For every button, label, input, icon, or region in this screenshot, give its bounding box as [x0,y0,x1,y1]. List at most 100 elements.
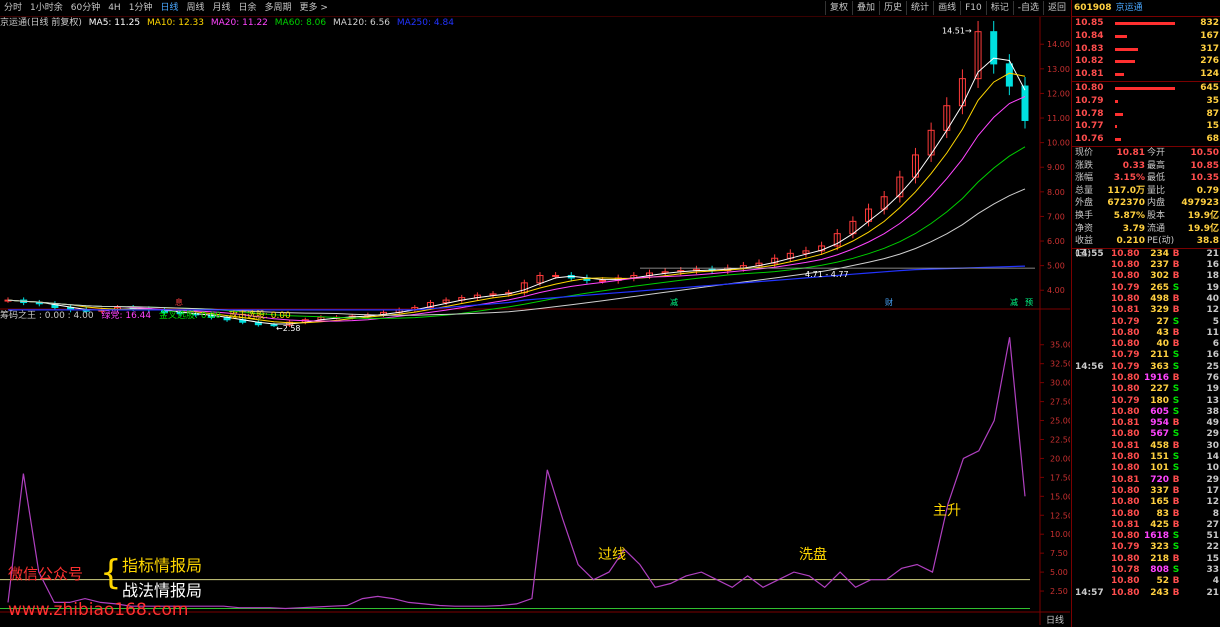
tab-5[interactable]: 日线 [156,0,182,16]
book-row[interactable]: 10.78 87 [1072,108,1220,121]
book-row[interactable]: 10.77 15 [1072,120,1220,133]
book-row[interactable]: 10.79 35 [1072,95,1220,108]
tick-row[interactable]: 14:57 10.80 243 B 21 [1072,588,1220,599]
toolbar-button-1[interactable]: 叠加 [852,1,879,15]
tick-count: 22 [1206,542,1219,553]
tick-row[interactable]: 10.80 165 B 12 [1072,497,1220,508]
tick-row[interactable]: 10.80 227 S 19 [1072,384,1220,395]
indicator-green: 绿党: 16.44 [101,311,152,321]
book-row[interactable]: 10.85 832 [1072,17,1220,30]
tab-9[interactable]: 多周期 [261,0,296,16]
tick-time [1072,475,1111,486]
book-volume: 87 [1206,108,1219,119]
tab-10[interactable]: 更多 > [296,0,332,16]
tick-count: 11 [1206,327,1219,338]
chart-area[interactable]: 14.00 13.00 12.00 11.00 10.00 9.00 8.00 7.00 6.0… [0,17,1070,627]
book-price: 10.77 [1075,121,1104,132]
tick-price: 10.80 [1111,339,1140,350]
tick-row[interactable]: 10.80 605 S 38 [1072,407,1220,418]
tick-row[interactable]: 10.79 27 S 5 [1072,317,1220,328]
tick-row[interactable]: 14:56 10.79 363 S 25 [1072,362,1220,373]
tab-4[interactable]: 1分钟 [125,0,157,16]
toolbar-button-6[interactable]: 标记 [985,1,1013,15]
tick-count: 12 [1206,497,1219,508]
tick-row[interactable]: 10.79 323 S 22 [1072,542,1220,553]
tick-row[interactable]: 10.81 425 B 27 [1072,520,1220,531]
indicator-tick-label: 5.00 [1050,568,1068,577]
stat-key: 外盘 [1075,198,1094,209]
tick-time [1072,576,1111,587]
tick-row[interactable]: 14:55 10.80 234 B 21 [1072,249,1220,260]
toolbar-button-7[interactable]: -自选 [1012,1,1043,15]
toolbar-button-2[interactable]: 历史 [879,1,906,15]
tick-list[interactable]: 14:55 10.80 234 B 21 10.80 237 B 16 10.80 302 B 18 10… [1072,249,1220,599]
tick-row[interactable]: 10.80 302 B 18 [1072,271,1220,282]
event-marker[interactable]: 减 [670,297,678,307]
toolbar-button-0[interactable]: 复权 [825,1,852,15]
stat-key-2: 流通 [1147,223,1166,234]
book-row[interactable]: 10.84 167 [1072,30,1220,43]
tick-row[interactable]: 10.80 83 B 8 [1072,509,1220,520]
tick-row[interactable]: 10.81 720 B 29 [1072,475,1220,486]
event-marker[interactable]: 减 [1010,297,1018,307]
tick-row[interactable]: 10.79 211 S 16 [1072,350,1220,361]
tick-row[interactable]: 10.80 237 B 16 [1072,260,1220,271]
book-row[interactable]: 10.81 124 [1072,68,1220,81]
tick-row[interactable]: 10.80 52 B 4 [1072,576,1220,587]
tick-row[interactable]: 10.80 337 B 17 [1072,486,1220,497]
watermark-line1: 指标情报局 [122,556,203,575]
tick-row[interactable]: 10.80 43 B 11 [1072,328,1220,339]
toolbar-button-8[interactable]: 返回 [1042,1,1070,15]
tick-volume: 329 [1150,305,1169,316]
book-row[interactable]: 10.76 68 [1072,133,1220,146]
toolbar-button-3[interactable]: 统计 [906,1,933,15]
tick-time [1072,463,1111,474]
event-marker[interactable]: 预 [1025,297,1033,307]
tick-row[interactable]: 10.78 808 S 33 [1072,565,1220,576]
tab-3[interactable]: 4H [104,0,125,16]
tab-1[interactable]: 1小时余 [26,0,67,16]
tab-6[interactable]: 周线 [182,0,208,16]
book-row[interactable]: 10.83 317 [1072,43,1220,56]
tick-row[interactable]: 10.80 40 B 6 [1072,339,1220,350]
book-volume-bar [1115,34,1128,38]
book-row[interactable]: 10.80 645 [1072,82,1220,95]
tick-row[interactable]: 10.80 101 S 10 [1072,463,1220,474]
tab-8[interactable]: 日余 [234,0,260,16]
tick-count: 40 [1206,293,1219,304]
toolbar-button-4[interactable]: 画线 [933,1,960,15]
tick-count: 19 [1206,282,1219,293]
quote-panel: 601908 京运通 10.85 832 10.84 167 10.83 317 10.82… [1071,0,1220,627]
tick-row[interactable]: 10.80 151 S 14 [1072,452,1220,463]
book-row[interactable]: 10.82 276 [1072,55,1220,68]
tick-row[interactable]: 10.81 329 B 12 [1072,305,1220,316]
event-marker[interactable]: 息 [175,297,183,307]
tick-volume: 720 [1150,474,1169,485]
tab-2[interactable]: 60分钟 [67,0,104,16]
tick-price: 10.79 [1111,542,1140,553]
tick-row[interactable]: 10.80 567 S 29 [1072,429,1220,440]
book-price: 10.79 [1075,95,1104,106]
tick-side: B [1172,339,1180,350]
tick-price: 10.80 [1111,406,1140,417]
tick-price: 10.81 [1111,305,1140,316]
tick-row[interactable]: 10.80 1618 S 51 [1072,531,1220,542]
toolbar-button-5[interactable]: F10 [960,1,986,15]
event-marker[interactable]: 财 [885,297,893,307]
tick-row[interactable]: 10.79 180 S 13 [1072,396,1220,407]
tick-row[interactable]: 10.80 1916 B 76 [1072,373,1220,384]
tab-7[interactable]: 月线 [208,0,234,16]
stat-row: 外盘 672370 内盘 497923 [1072,197,1220,210]
book-price: 10.81 [1075,69,1104,80]
high-label: 14.51→ [942,27,972,36]
stat-row: 收益(三) 0.210 PE(动) 38.8 [1072,235,1220,259]
tick-row[interactable]: 10.79 265 S 19 [1072,283,1220,294]
ma5-line [7,57,1026,325]
period-label[interactable]: 日线 [1046,613,1064,626]
tick-row[interactable]: 10.80 498 B 40 [1072,294,1220,305]
tick-row[interactable]: 10.81 458 B 30 [1072,441,1220,452]
tab-0[interactable]: 分时 [0,0,26,16]
tick-row[interactable]: 10.80 218 B 15 [1072,554,1220,565]
tick-row[interactable]: 10.81 954 B 49 [1072,418,1220,429]
tick-volume: 425 [1150,519,1169,530]
